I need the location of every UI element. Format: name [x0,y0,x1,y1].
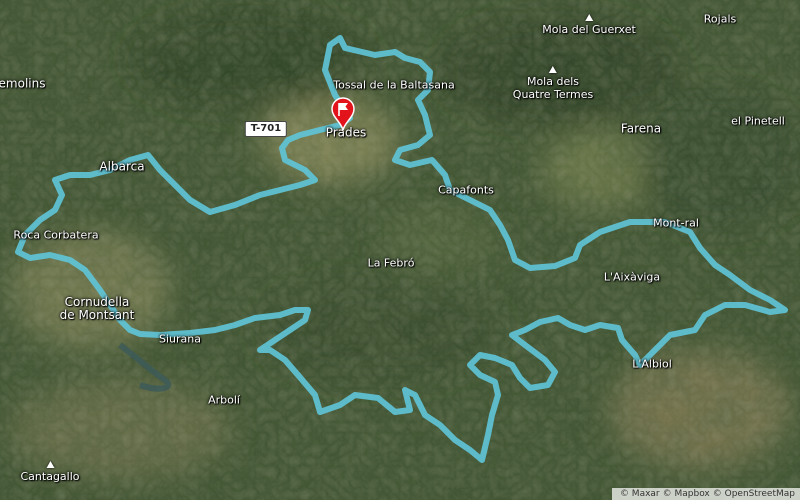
peak-name: Cantagallo [20,470,80,483]
place-label-arboli: Arbolí [208,393,240,407]
place-label-rojals: Rojals [703,12,737,26]
place-label-capafonts: Capafonts [438,183,494,197]
attribution-link[interactable]: © OpenStreetMap [713,489,795,499]
place-label-el-pinetell: el Pinetell [731,114,785,128]
peak-label-mola-guerxet: Mola del Guerxet [542,14,636,36]
route-layer [15,35,788,463]
place-label-ulldemolins: emolins [0,76,46,91]
place-label-la-febro: La Febró [367,256,415,270]
flag-pin-icon [331,97,355,131]
road-shield-t701: T-701 [244,121,288,137]
place-label-siurana: Siurana [159,332,201,346]
map-view[interactable]: T-701 emolins Albarca Roca Corbatera Cornud… [0,0,800,500]
peak-triangle-icon [45,461,54,468]
peak-name: Mola del Guerxet [542,23,636,36]
map-attribution[interactable]: © Maxar © Mapbox © OpenStreetMap [611,488,800,500]
place-label-aixaviga: L'Aixàviga [603,270,661,284]
attribution-link[interactable]: © Mapbox [663,489,710,499]
place-label-cornudella: Cornudella de Montsant [59,295,135,322]
place-label-albiol: L'Albiol [632,357,672,371]
peak-triangle-icon [585,14,593,21]
route-line[interactable] [15,35,788,463]
peak-label-cantagallo: Cantagallo [20,461,80,483]
place-label-tossal-baltasana: Tossal de la Baltasana [333,78,455,92]
place-label-roca-corbatera: Roca Corbatera [13,228,99,242]
place-label-albarca: Albarca [99,159,145,174]
peak-label-mola-quatre-termes: Mola dels Quatre Termes [513,66,593,101]
place-label-farena: Farena [620,121,662,136]
attribution-link[interactable]: © Maxar [620,489,660,499]
place-label-mont-ral: Mont-ral [653,216,699,230]
peak-triangle-icon [548,66,557,73]
start-marker[interactable] [330,97,356,131]
peak-name: Mola dels Quatre Termes [512,75,594,101]
